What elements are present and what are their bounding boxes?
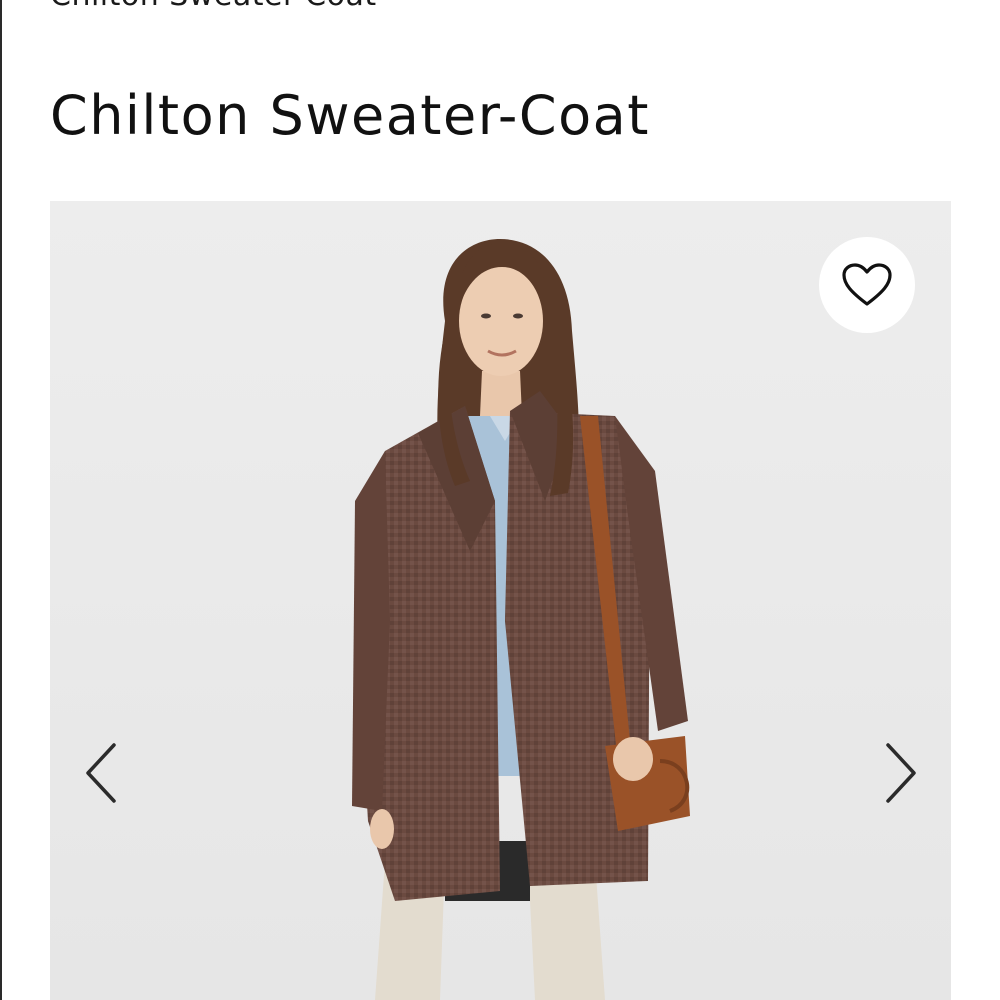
previous-image-button[interactable]	[72, 738, 132, 808]
chevron-right-icon	[886, 743, 916, 803]
product-photo	[50, 201, 951, 1000]
next-image-button[interactable]	[870, 738, 930, 808]
chevron-left-icon	[86, 743, 116, 803]
page-title: Chilton Sweater-Coat	[50, 84, 650, 147]
heart-outline-icon	[842, 263, 892, 306]
product-page: Chilton Sweater-Coat Chilton Sweater-Coa…	[0, 0, 1000, 1000]
previous-title-text: Chilton Sweater-Coat	[50, 0, 377, 13]
product-image-gallery[interactable]	[50, 201, 951, 1000]
window-edge	[0, 0, 2, 1000]
wishlist-button[interactable]	[819, 237, 915, 333]
